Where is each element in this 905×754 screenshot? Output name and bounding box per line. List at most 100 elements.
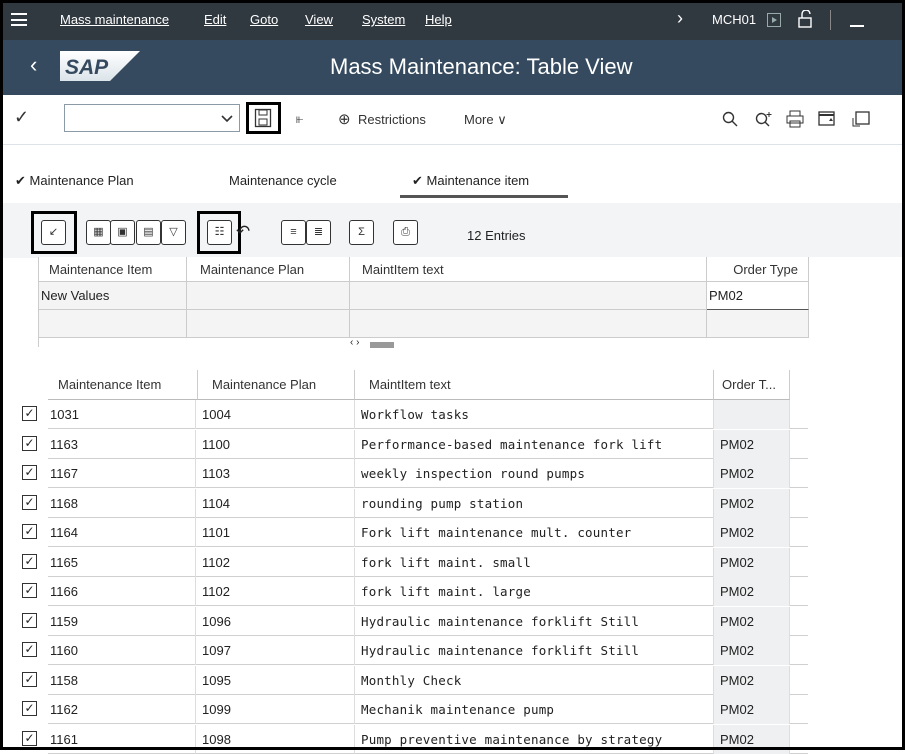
- cell-order-type: PM02: [714, 459, 790, 488]
- cell-plan: 1104: [196, 488, 355, 518]
- scroll-arrows-icon[interactable]: ‹ ›: [350, 337, 359, 348]
- command-field[interactable]: [64, 104, 240, 132]
- print-icon[interactable]: [786, 110, 804, 128]
- minimize-icon[interactable]: [850, 25, 864, 27]
- table-row[interactable]: ✓ 1167 1103 weekly inspection round pumps PM…: [22, 459, 808, 488]
- column-header[interactable]: Maintenance Plan: [187, 257, 350, 282]
- new-value-order-type-input[interactable]: PM02: [707, 282, 809, 310]
- row-checkbox[interactable]: ✓: [22, 435, 37, 451]
- cell-item: 1162: [44, 695, 196, 724]
- row-checkbox[interactable]: ✓: [22, 583, 37, 598]
- empty-cell[interactable]: [39, 310, 187, 338]
- create-session-icon[interactable]: [818, 111, 836, 127]
- menu-system[interactable]: System: [362, 12, 405, 27]
- table-row[interactable]: ✓ 1158 1095 Monthly Check PM02: [22, 665, 808, 695]
- cell-text: Workflow tasks: [355, 400, 714, 429]
- cell-item: 1031: [44, 400, 196, 429]
- shortcut-icon[interactable]: [852, 111, 870, 127]
- table-row[interactable]: ✓ 1168 1104 rounding pump station PM02: [22, 488, 808, 518]
- row-checkbox[interactable]: ✓: [22, 612, 37, 628]
- cell-item: 1164: [44, 518, 196, 547]
- deselect-icon[interactable]: ▣: [110, 220, 135, 245]
- cell-order-type: PM02: [714, 606, 790, 636]
- play-box-icon[interactable]: [767, 13, 781, 27]
- cell-plan: 1098: [196, 724, 355, 754]
- column-header[interactable]: Maintenance Plan: [198, 370, 355, 400]
- column-select-icon[interactable]: ▤: [136, 220, 161, 245]
- table-row[interactable]: ✓ 1163 1100 Performance-based maintenance f…: [22, 429, 808, 459]
- new-values-label: New Values: [39, 282, 187, 310]
- horizontal-scrollbar[interactable]: ‹ ›: [350, 337, 395, 350]
- add-circle-icon[interactable]: ⊕: [338, 110, 351, 128]
- chevron-right-icon[interactable]: ›: [677, 8, 683, 29]
- empty-cell[interactable]: [187, 310, 350, 338]
- empty-cell[interactable]: [707, 310, 809, 338]
- sort-descending-icon[interactable]: ≣: [306, 220, 331, 245]
- menu-help[interactable]: Help: [425, 12, 452, 27]
- table-row[interactable]: ✓ 1161 1098 Pump preventive maintenance by …: [22, 724, 808, 754]
- table-row[interactable]: ✓ 1165 1102 fork lift maint. small PM02: [22, 547, 808, 577]
- cell-plan: 1099: [196, 695, 355, 724]
- cell-plan: 1100: [196, 429, 355, 459]
- row-checkbox[interactable]: ✓: [22, 642, 37, 657]
- row-checkbox[interactable]: ✓: [22, 701, 37, 716]
- table-row[interactable]: ✓ 1031 1004 Workflow tasks: [22, 400, 808, 429]
- table-row[interactable]: ✓ 1159 1096 Hydraulic maintenance forklift …: [22, 606, 808, 636]
- enter-check-icon[interactable]: ✓: [14, 107, 29, 128]
- table-row[interactable]: ✓ 1166 1102 fork lift maint. large PM02: [22, 577, 808, 606]
- sap-logo: SAP: [60, 51, 140, 81]
- cell-text: rounding pump station: [355, 488, 714, 518]
- svg-text:SAP: SAP: [65, 56, 109, 79]
- undo-icon[interactable]: ↶: [236, 222, 250, 242]
- chevron-down-icon[interactable]: [221, 110, 233, 128]
- column-header[interactable]: Maintenance Item: [48, 370, 198, 400]
- more-button[interactable]: More ∨: [464, 112, 507, 128]
- sort-ascending-icon[interactable]: ≡: [281, 220, 306, 245]
- menu-edit[interactable]: Edit: [204, 12, 226, 27]
- empty-cell[interactable]: [350, 310, 707, 338]
- cell-item: 1168: [44, 488, 196, 518]
- hamburger-menu-icon[interactable]: [11, 13, 27, 26]
- restrictions-button[interactable]: Restrictions: [358, 112, 426, 127]
- active-tab-indicator: [400, 195, 568, 198]
- title-bar: ‹ SAP Mass Maintenance: Table View: [0, 40, 905, 95]
- row-checkbox[interactable]: ✓: [22, 671, 37, 687]
- menu-view[interactable]: View: [305, 12, 333, 27]
- menu-goto[interactable]: Goto: [250, 12, 278, 27]
- tab-maintenance-item[interactable]: ✔ Maintenance item: [412, 173, 529, 189]
- row-checkbox[interactable]: ✓: [22, 494, 37, 510]
- scroll-thumb[interactable]: [370, 342, 394, 348]
- table-row[interactable]: ✓ 1162 1099 Mechanik maintenance pump PM02: [22, 695, 808, 724]
- row-checkbox[interactable]: ✓: [22, 406, 37, 421]
- column-header[interactable]: Maintenance Item: [39, 257, 187, 282]
- row-checkbox[interactable]: ✓: [22, 465, 37, 480]
- filter-icon[interactable]: ▽: [161, 220, 186, 245]
- cell-item: 1161: [44, 724, 196, 754]
- column-header[interactable]: MaintItem text: [355, 370, 714, 400]
- table-row[interactable]: ✓ 1164 1101 Fork lift maintenance mult. cou…: [22, 518, 808, 547]
- back-icon[interactable]: ‹: [30, 52, 37, 78]
- row-checkbox[interactable]: ✓: [22, 553, 37, 569]
- search-icon[interactable]: [722, 111, 738, 127]
- select-block-icon[interactable]: ▦: [86, 220, 111, 245]
- sum-icon[interactable]: Σ: [349, 220, 374, 245]
- tab-maintenance-cycle[interactable]: Maintenance cycle: [229, 173, 337, 188]
- search-next-icon[interactable]: [755, 111, 773, 127]
- filter-settings-icon[interactable]: ⫦: [296, 111, 303, 127]
- menu-mass-maintenance[interactable]: Mass maintenance: [60, 12, 169, 27]
- cell-text: Hydraulic maintenance forklift Still: [355, 636, 714, 665]
- transaction-code: MCH01: [712, 12, 757, 27]
- row-checkbox[interactable]: ✓: [22, 730, 37, 746]
- table-row[interactable]: ✓ 1160 1097 Hydraulic maintenance forklift …: [22, 636, 808, 665]
- cell-order-type: PM02: [714, 547, 790, 577]
- new-value-text-cell[interactable]: [350, 282, 707, 310]
- unlock-icon[interactable]: [797, 10, 813, 28]
- column-header[interactable]: Order Type: [707, 257, 809, 282]
- column-header[interactable]: MaintItem text: [350, 257, 707, 282]
- print-list-icon[interactable]: ⎙: [393, 220, 418, 245]
- row-checkbox[interactable]: ✓: [22, 524, 37, 539]
- new-value-plan-cell[interactable]: [187, 282, 350, 310]
- cell-plan: 1102: [196, 547, 355, 577]
- column-header[interactable]: Order T...: [714, 370, 790, 400]
- tab-maintenance-plan[interactable]: ✔ Maintenance Plan: [15, 173, 134, 189]
